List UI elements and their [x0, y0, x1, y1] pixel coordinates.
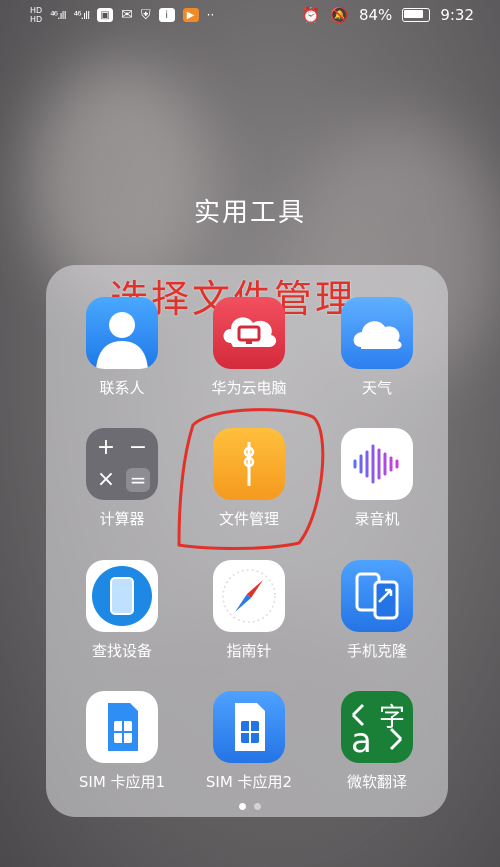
- sim-card-icon: [213, 691, 285, 763]
- page-dot[interactable]: [254, 803, 261, 810]
- more-notifications-icon: ··: [206, 8, 215, 22]
- multiply-symbol: ×: [96, 467, 116, 492]
- signal-icon: ⁴⁶.ıll: [73, 8, 91, 22]
- hd-indicator: HD HD: [30, 6, 42, 24]
- translate-arrows-icon: [351, 703, 403, 751]
- app-label: 录音机: [354, 510, 400, 528]
- app-label: 华为云电脑: [211, 379, 287, 397]
- app-phone-clone[interactable]: 手机克隆: [317, 560, 437, 661]
- app-weather[interactable]: 天气: [317, 297, 437, 398]
- annotation-circle: [177, 408, 325, 550]
- app-sim-toolkit-2[interactable]: SIM 卡应用2: [189, 691, 309, 792]
- alarm-icon: ⏰: [301, 6, 321, 24]
- wechat-icon: ✉: [121, 7, 133, 23]
- info-icon: i: [158, 8, 175, 22]
- waveform-icon: [341, 428, 413, 500]
- app-label: 手机克隆: [346, 642, 407, 660]
- app-label: 微软翻译: [346, 773, 407, 791]
- equals-symbol: =: [126, 468, 150, 492]
- app-label: 天气: [361, 379, 392, 397]
- app-huawei-cloud-pc[interactable]: 华为云电脑: [189, 297, 309, 398]
- app-label: 指南针: [226, 642, 272, 660]
- plus-symbol: +: [96, 435, 116, 460]
- app-recorder[interactable]: 录音机: [317, 428, 437, 529]
- minus-symbol: −: [128, 435, 148, 460]
- app-label: 查找设备: [91, 642, 152, 660]
- hd-label: HD: [30, 15, 43, 24]
- app-sim-toolkit-1[interactable]: SIM 卡应用1: [62, 691, 182, 792]
- page-dot-active[interactable]: [239, 803, 246, 810]
- app-notification-icon: ▣: [97, 8, 114, 22]
- cloud-icon: [341, 297, 413, 369]
- compass-icon: [213, 560, 285, 632]
- app-contacts[interactable]: 联系人: [62, 297, 182, 398]
- signal-icon: ⁴⁶.ıll: [50, 8, 67, 22]
- clock: 9:32: [440, 6, 474, 24]
- page-indicator[interactable]: [0, 803, 500, 810]
- sim-card-icon: [86, 691, 158, 763]
- app-calculator[interactable]: + − × = 计算器: [62, 428, 182, 529]
- app-microsoft-translator[interactable]: 字 a 微软翻译: [317, 691, 437, 792]
- calculator-icon: + − × =: [86, 428, 158, 500]
- phone-clone-icon: [341, 560, 413, 632]
- app-compass[interactable]: 指南针: [189, 560, 309, 661]
- app-label: 联系人: [99, 379, 145, 397]
- battery-percent: 84%: [358, 6, 393, 24]
- status-bar: HD HD ⁴⁶.ıll ⁴⁶.ıll ▣ ✉ ⛨ i ▶ ·· ⏰ 🔕 84%…: [0, 0, 500, 36]
- cloud-pc-icon: [213, 297, 285, 369]
- app-label: SIM 卡应用1: [78, 773, 166, 791]
- battery-icon: [402, 8, 431, 22]
- app-label: 计算器: [99, 510, 145, 528]
- contacts-icon: [86, 297, 158, 369]
- play-icon: ▶: [182, 8, 199, 22]
- hd-label: HD: [30, 6, 43, 15]
- app-label: SIM 卡应用2: [205, 773, 293, 791]
- shield-icon: ⛨: [140, 7, 151, 23]
- background-blur: [30, 60, 210, 300]
- app-find-device[interactable]: 查找设备: [62, 560, 182, 661]
- find-device-icon: [86, 560, 158, 632]
- translator-icon: 字 a: [341, 691, 413, 763]
- folder-title[interactable]: 实用工具: [0, 192, 500, 229]
- mute-icon: 🔕: [330, 6, 349, 24]
